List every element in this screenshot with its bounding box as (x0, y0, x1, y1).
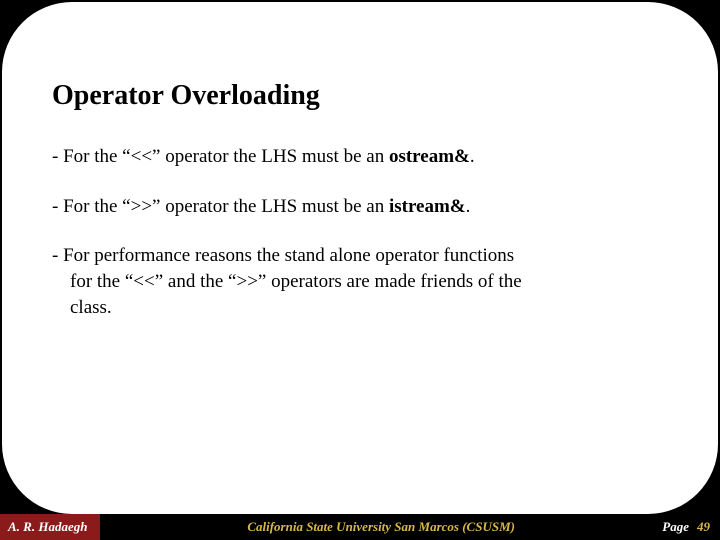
bullet-1-post: . (470, 146, 475, 167)
footer-author: A. R. Hadaegh (0, 514, 100, 540)
slide: Operator Overloading - For the “<<” oper… (0, 0, 720, 540)
footer-center: California State University San Marcos (… (100, 519, 662, 535)
bullet-2-bold: istream& (389, 196, 466, 217)
bullet-2: - For the “>>” operator the LHS must be … (52, 194, 668, 220)
bullet-1: - For the “<<” operator the LHS must be … (52, 144, 668, 170)
bullet-3-line3: class. (52, 295, 668, 321)
content-box: Operator Overloading - For the “<<” oper… (2, 2, 718, 514)
bullet-3-line1: - For performance reasons the stand alon… (52, 245, 514, 266)
bullet-2-post: . (466, 196, 471, 217)
bullet-3: - For performance reasons the stand alon… (52, 243, 668, 320)
bullet-1-pre: - For the “<<” operator the LHS must be … (52, 146, 389, 167)
bullet-3-line2: for the “<<” and the “>>” operators are … (52, 269, 668, 295)
footer: A. R. Hadaegh California State Universit… (0, 514, 720, 540)
slide-title: Operator Overloading (52, 80, 668, 112)
footer-page-number: 49 (693, 519, 720, 535)
footer-page-label: Page (662, 519, 693, 535)
bullet-1-bold: ostream& (389, 146, 470, 167)
bullet-2-pre: - For the “>>” operator the LHS must be … (52, 196, 389, 217)
